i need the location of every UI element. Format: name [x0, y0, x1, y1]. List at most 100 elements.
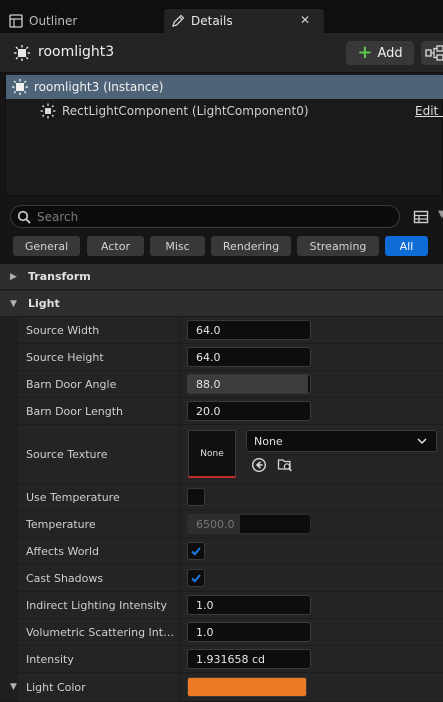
property-label: Intensity	[26, 653, 74, 666]
tab-outliner[interactable]: Outliner	[0, 9, 160, 33]
details-pencil-icon	[170, 13, 186, 29]
property-grid: ▶ Transform ▼ Light Source Width 64.0 So…	[0, 264, 443, 702]
barn-door-angle-slider[interactable]: 88.0	[187, 374, 311, 394]
checkmark-icon	[191, 547, 201, 556]
source-width-value: 64.0	[196, 323, 221, 337]
expand-arrow-icon: ▶	[10, 271, 17, 282]
property-label: Temperature	[26, 518, 96, 531]
search-box[interactable]	[10, 205, 400, 228]
intensity-value: 1.931658 cd	[196, 652, 266, 666]
collapse-arrow-icon[interactable]: ▼	[10, 682, 17, 692]
intensity-input[interactable]: 1.931658 cd	[187, 649, 311, 669]
volumetric-scattering-intensity-input[interactable]: 1.0	[187, 622, 311, 642]
texture-asset-dropdown[interactable]: None	[246, 430, 437, 452]
row-gutter	[0, 592, 18, 618]
property-indirect-lighting-intensity: Indirect Lighting Intensity 1.0	[0, 592, 443, 619]
edit-in-blueprint-link[interactable]: Edit in	[415, 104, 443, 118]
filter-rendering[interactable]: Rendering	[211, 236, 291, 256]
property-intensity: Intensity 1.931658 cd	[0, 646, 443, 673]
property-source-height: Source Height 64.0	[0, 344, 443, 371]
view-options-icon[interactable]: ▼	[438, 209, 443, 220]
section-light[interactable]: ▼ Light	[0, 291, 443, 317]
source-height-value: 64.0	[196, 350, 221, 364]
blueprint-icon	[425, 45, 443, 61]
add-button-label: Add	[377, 45, 403, 61]
property-barn-door-angle: Barn Door Angle 88.0	[0, 371, 443, 398]
column-divider[interactable]	[180, 673, 181, 701]
details-header: roomlight3 + Add	[0, 33, 443, 72]
filter-general[interactable]: General	[13, 236, 80, 256]
component-tree: roomlight3 (Instance) RectLightComponent…	[5, 72, 443, 196]
property-light-color: ▼ Light Color	[0, 673, 443, 702]
property-label: Source Width	[26, 324, 100, 337]
indirect-lighting-intensity-value: 1.0	[196, 598, 214, 612]
column-divider[interactable]	[180, 398, 181, 424]
section-transform[interactable]: ▶ Transform	[0, 264, 443, 290]
row-gutter	[0, 371, 18, 397]
light-component-icon	[40, 103, 56, 119]
column-divider[interactable]	[180, 565, 181, 591]
filter-misc[interactable]: Misc	[150, 236, 205, 256]
row-gutter	[0, 398, 18, 424]
property-source-width: Source Width 64.0	[0, 317, 443, 344]
filter-actor[interactable]: Actor	[87, 236, 144, 256]
row-gutter	[0, 344, 18, 370]
column-divider[interactable]	[180, 592, 181, 618]
row-gutter	[0, 484, 18, 510]
column-divider[interactable]	[180, 425, 181, 483]
cast-shadows-checkbox[interactable]	[187, 569, 205, 587]
row-gutter	[0, 619, 18, 645]
indirect-lighting-intensity-input[interactable]: 1.0	[187, 595, 311, 615]
property-cast-shadows: Cast Shadows	[0, 565, 443, 592]
column-divider[interactable]	[180, 317, 181, 343]
column-divider[interactable]	[180, 646, 181, 672]
row-gutter	[0, 511, 18, 537]
source-width-input[interactable]: 64.0	[187, 320, 311, 340]
filter-streaming[interactable]: Streaming	[297, 236, 379, 256]
tab-details-label: Details	[191, 14, 233, 28]
search-input[interactable]	[37, 209, 377, 224]
barn-door-length-input[interactable]: 20.0	[187, 401, 311, 421]
property-label: Barn Door Length	[26, 405, 123, 418]
use-selected-asset-icon[interactable]	[251, 457, 267, 473]
filter-all[interactable]: All	[385, 236, 428, 256]
actor-name: roomlight3	[38, 44, 115, 60]
property-label: Light Color	[26, 681, 86, 694]
light-actor-icon	[12, 79, 28, 95]
column-divider[interactable]	[180, 344, 181, 370]
tab-details[interactable]: Details ✕	[164, 9, 324, 33]
tree-item-rectlight-component[interactable]: RectLightComponent (LightComponent0) Edi…	[6, 99, 443, 123]
source-height-input[interactable]: 64.0	[187, 347, 311, 367]
column-divider[interactable]	[180, 619, 181, 645]
property-matrix-icon[interactable]	[413, 209, 429, 225]
property-affects-world: Affects World	[0, 538, 443, 565]
tree-item-instance[interactable]: roomlight3 (Instance)	[6, 75, 443, 99]
texture-asset-value: None	[254, 434, 283, 448]
tree-item-instance-label: roomlight3 (Instance)	[34, 80, 164, 94]
column-divider[interactable]	[180, 371, 181, 397]
outliner-icon	[8, 13, 24, 29]
property-barn-door-length: Barn Door Length 20.0	[0, 398, 443, 425]
row-gutter	[0, 646, 18, 672]
row-gutter	[0, 565, 18, 591]
light-color-swatch[interactable]	[187, 677, 307, 697]
column-divider[interactable]	[180, 484, 181, 510]
blueprint-button[interactable]	[421, 41, 443, 65]
barn-door-length-value: 20.0	[196, 404, 221, 418]
property-label: Indirect Lighting Intensity	[26, 599, 167, 612]
column-divider[interactable]	[180, 511, 181, 537]
light-actor-icon	[14, 45, 30, 61]
section-light-label: Light	[28, 297, 60, 310]
row-gutter	[0, 317, 18, 343]
checkmark-icon	[191, 574, 201, 583]
texture-thumbnail[interactable]: None	[188, 430, 236, 478]
use-temperature-checkbox[interactable]	[187, 488, 205, 506]
add-component-button[interactable]: + Add	[346, 41, 414, 65]
column-divider[interactable]	[180, 538, 181, 564]
close-icon[interactable]: ✕	[300, 13, 310, 27]
temperature-slider[interactable]: 6500.0	[187, 514, 311, 534]
browse-asset-icon[interactable]	[277, 457, 293, 473]
tab-outliner-label: Outliner	[29, 14, 78, 28]
row-gutter	[0, 538, 18, 564]
affects-world-checkbox[interactable]	[187, 542, 205, 560]
